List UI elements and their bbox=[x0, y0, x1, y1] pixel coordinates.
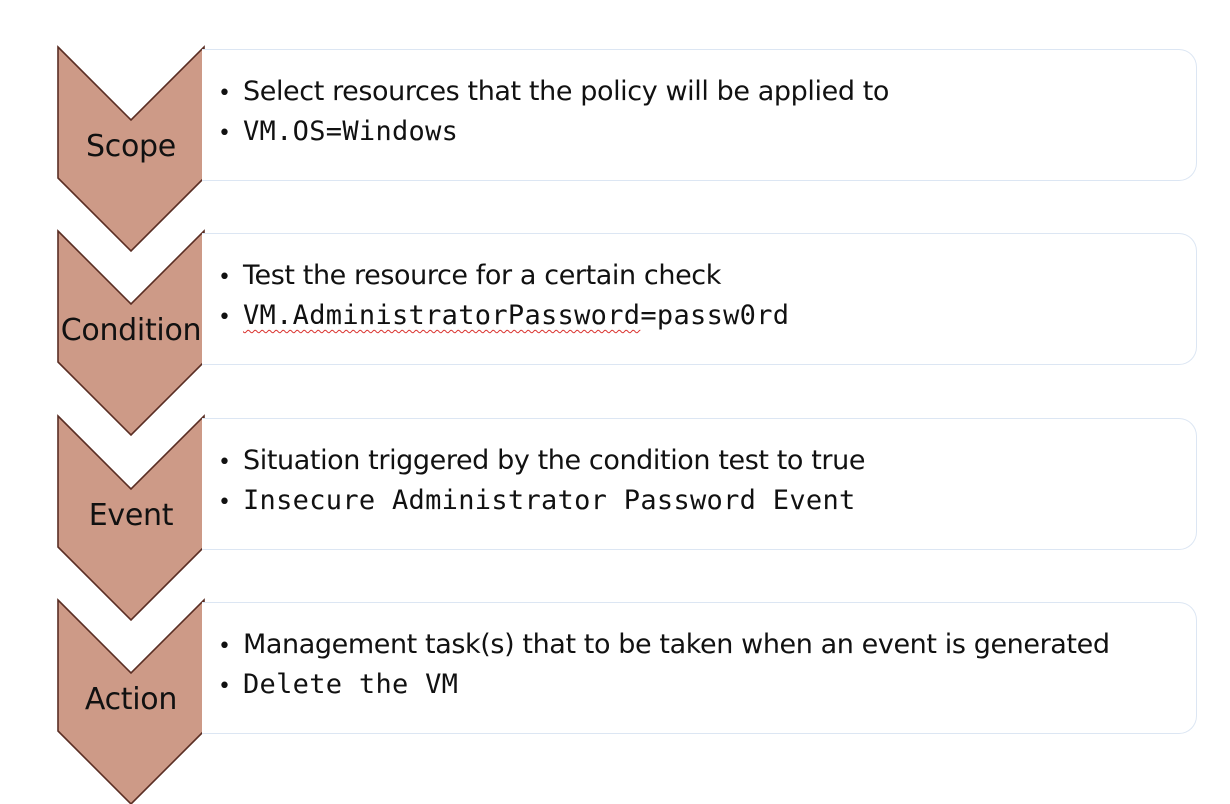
bullet-description: • Management task(s) that to be taken wh… bbox=[218, 629, 1110, 669]
stage-label: Event bbox=[88, 498, 174, 533]
event-chevron: Event bbox=[57, 414, 205, 622]
bullet-example: • Delete the VM bbox=[218, 669, 1110, 709]
event-panel: • Situation triggered by the condition t… bbox=[202, 418, 1197, 550]
bullet-dot: • bbox=[218, 81, 231, 106]
bullet-dot: • bbox=[218, 121, 231, 146]
example-code-rest: =passw0rd bbox=[640, 300, 790, 331]
bullet-description: • Situation triggered by the condition t… bbox=[218, 445, 865, 485]
bullet-example: • Insecure Administrator Password Event bbox=[218, 485, 865, 525]
bullet-dot: • bbox=[218, 265, 231, 290]
stage-condition: Condition • Test the resource for a cert… bbox=[0, 229, 1230, 437]
bullet-list: • Management task(s) that to be taken wh… bbox=[218, 629, 1110, 709]
scope-panel: • Select resources that the policy will … bbox=[202, 49, 1197, 181]
stage-label: Scope bbox=[86, 129, 176, 164]
scope-chevron: Scope bbox=[57, 45, 205, 253]
bullet-description: • Test the resource for a certain check bbox=[218, 260, 789, 300]
bullet-list: • Situation triggered by the condition t… bbox=[218, 445, 865, 525]
bullet-dot: • bbox=[218, 634, 231, 659]
bullet-list: • Test the resource for a certain check … bbox=[218, 260, 789, 340]
stage-action: Action • Management task(s) that to be t… bbox=[0, 598, 1230, 804]
bullet-example: • VM.OS=Windows bbox=[218, 116, 889, 156]
spellcheck-marked-text: VM.AdministratorPassword bbox=[243, 300, 641, 331]
description-text: Situation triggered by the condition tes… bbox=[243, 445, 866, 476]
example-code: Insecure Administrator Password Event bbox=[243, 485, 856, 516]
stage-label: Condition bbox=[60, 313, 202, 348]
example-code: Delete the VM bbox=[243, 669, 459, 700]
bullet-dot: • bbox=[218, 674, 231, 699]
description-text: Management task(s) that to be taken when… bbox=[243, 629, 1110, 660]
example-code: VM.AdministratorPassword=passw0rd bbox=[243, 300, 789, 331]
bullet-dot: • bbox=[218, 450, 231, 475]
bullet-example: • VM.AdministratorPassword=passw0rd bbox=[218, 300, 789, 340]
action-chevron: Action bbox=[57, 598, 205, 804]
policy-flow-diagram: Scope • Select resources that the policy… bbox=[0, 0, 1230, 804]
bullet-list: • Select resources that the policy will … bbox=[218, 76, 889, 156]
condition-panel: • Test the resource for a certain check … bbox=[202, 233, 1197, 365]
description-text: Select resources that the policy will be… bbox=[243, 76, 890, 107]
stage-scope: Scope • Select resources that the policy… bbox=[0, 45, 1230, 253]
description-text: Test the resource for a certain check bbox=[243, 260, 721, 291]
bullet-dot: • bbox=[218, 490, 231, 515]
stage-label: Action bbox=[84, 682, 178, 717]
stage-event: Event • Situation triggered by the condi… bbox=[0, 414, 1230, 622]
action-panel: • Management task(s) that to be taken wh… bbox=[202, 602, 1197, 734]
bullet-description: • Select resources that the policy will … bbox=[218, 76, 889, 116]
condition-chevron: Condition bbox=[57, 229, 205, 437]
bullet-dot: • bbox=[218, 305, 231, 330]
example-code: VM.OS=Windows bbox=[243, 116, 459, 147]
